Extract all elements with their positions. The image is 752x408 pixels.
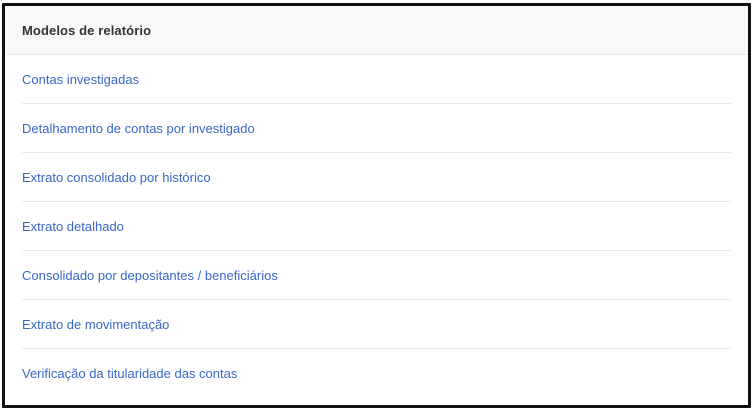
report-item-contas-investigadas: Contas investigadas (22, 55, 731, 104)
panel-title: Modelos de relatório (22, 22, 152, 38)
report-item-extrato-detalhado: Extrato detalhado (22, 202, 731, 251)
panel-header: Modelos de relatório (5, 6, 748, 55)
report-link-extrato-consolidado[interactable]: Extrato consolidado por histórico (22, 170, 211, 185)
report-list: Contas investigadas Detalhamento de cont… (5, 55, 748, 398)
report-item-verificacao-titularidade: Verificação da titularidade das contas (22, 349, 731, 398)
report-link-consolidado-depositantes[interactable]: Consolidado por depositantes / beneficiá… (22, 268, 278, 283)
report-link-extrato-movimentacao[interactable]: Extrato de movimentação (22, 317, 169, 332)
report-link-detalhamento-contas[interactable]: Detalhamento de contas por investigado (22, 121, 255, 136)
report-link-verificacao-titularidade[interactable]: Verificação da titularidade das contas (22, 366, 237, 381)
report-link-contas-investigadas[interactable]: Contas investigadas (22, 72, 139, 87)
report-link-extrato-detalhado[interactable]: Extrato detalhado (22, 219, 124, 234)
report-item-extrato-consolidado: Extrato consolidado por histórico (22, 153, 731, 202)
report-item-detalhamento-contas: Detalhamento de contas por investigado (22, 104, 731, 153)
report-item-extrato-movimentacao: Extrato de movimentação (22, 300, 731, 349)
report-item-consolidado-depositantes: Consolidado por depositantes / beneficiá… (22, 251, 731, 300)
report-models-panel: Modelos de relatório Contas investigadas… (2, 3, 751, 408)
